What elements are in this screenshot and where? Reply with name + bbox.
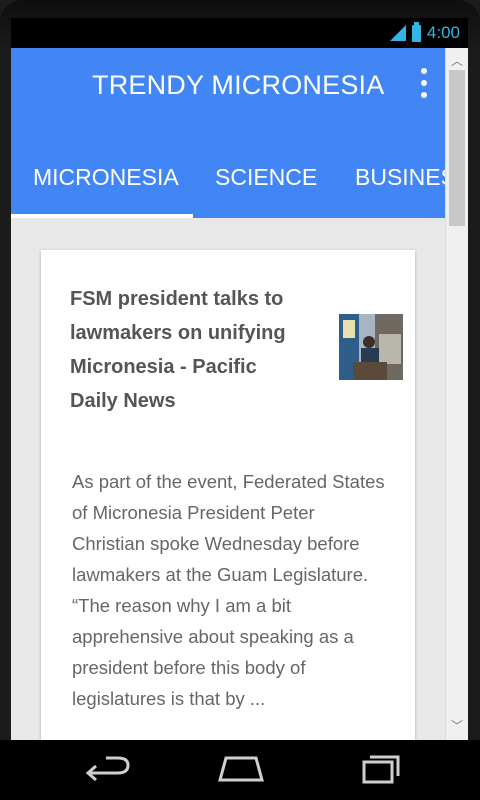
signal-icon	[389, 25, 406, 41]
back-icon[interactable]	[84, 752, 134, 786]
article-title[interactable]: FSM president talks to lawmakers on unif…	[70, 282, 310, 418]
tab-science[interactable]: SCIENCE	[215, 164, 317, 191]
article-summary: As part of the event, Federated States o…	[72, 471, 385, 709]
app-title: TRENDY MICRONESIA	[92, 70, 385, 100]
article-card[interactable]: FSM president talks to lawmakers on unif…	[41, 250, 415, 740]
app-screen: TRENDY MICRONESIA MICRONESIA SCIENCE BUS…	[11, 48, 468, 740]
scroll-thumb[interactable]	[449, 70, 465, 226]
tab-micronesia[interactable]: MICRONESIA	[33, 164, 179, 191]
recents-icon[interactable]	[352, 752, 402, 786]
scrollbar[interactable]: ︿ ﹀	[445, 48, 468, 740]
status-time: 4:00	[426, 23, 460, 42]
article-list: FSM president talks to lawmakers on unif…	[11, 218, 446, 740]
system-nav-bar	[0, 740, 480, 800]
app-bar: TRENDY MICRONESIA MICRONESIA SCIENCE BUS…	[11, 48, 446, 218]
status-bar: 4:00	[11, 18, 468, 48]
overflow-menu-icon[interactable]	[418, 68, 430, 98]
tab-business[interactable]: BUSINES	[355, 164, 446, 191]
battery-icon	[411, 21, 421, 42]
article-thumbnail[interactable]	[339, 314, 403, 380]
scroll-up-icon[interactable]: ︿	[446, 52, 468, 69]
home-icon[interactable]	[216, 752, 266, 786]
tab-strip: MICRONESIA SCIENCE BUSINES	[11, 152, 446, 218]
scroll-down-icon[interactable]: ﹀	[446, 717, 468, 734]
